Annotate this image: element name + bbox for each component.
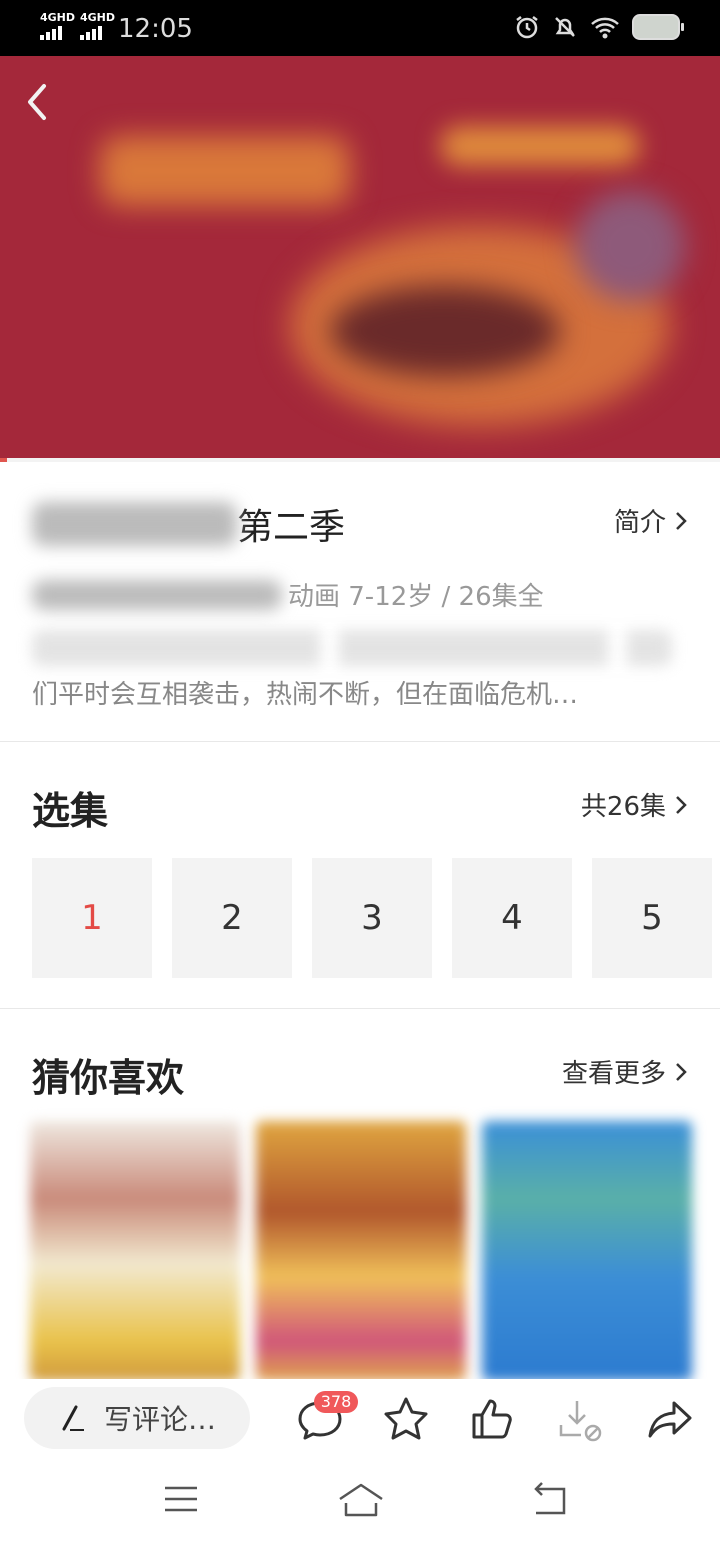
see-more-label: 查看更多: [561, 1059, 666, 1089]
chevron-right-icon: [676, 795, 687, 814]
share-icon[interactable]: [644, 1393, 696, 1445]
episode-button[interactable]: 3: [312, 858, 432, 978]
write-comment-button[interactable]: 写评论…: [24, 1387, 250, 1449]
all-episodes-button[interactable]: 共26集: [581, 786, 688, 823]
episode-count-label: 共26集: [580, 792, 666, 822]
star-icon[interactable]: [380, 1393, 432, 1445]
episode-list: 12345: [32, 858, 712, 978]
signal-indicator-2: 4GHD: [80, 12, 115, 40]
comment-count-badge: 378: [314, 1391, 358, 1413]
battery-icon: [632, 14, 684, 40]
download-disabled-icon[interactable]: [555, 1393, 607, 1445]
episodes-heading: 选集: [32, 789, 109, 833]
show-meta: 动画 7-12岁 / 26集全: [32, 576, 544, 613]
thumbs-up-icon[interactable]: [468, 1393, 520, 1445]
blurred-meta-text: [32, 579, 282, 610]
action-bar: 写评论… 378: [0, 1379, 720, 1457]
pen-icon: [62, 1405, 84, 1431]
network-type-label: 4GHD: [80, 11, 116, 24]
comment-placeholder: 写评论…: [104, 1403, 217, 1436]
episode-section: 选集 共26集 12345: [0, 742, 720, 1009]
recommendation-section: 猜你喜欢 查看更多: [0, 1009, 720, 1381]
blurred-description-line: [32, 630, 672, 666]
chevron-right-icon: [676, 511, 687, 530]
wifi-icon: [591, 17, 619, 39]
episode-button[interactable]: 2: [172, 858, 292, 978]
signal-icon: [40, 26, 75, 40]
recommend-thumbnail[interactable]: [30, 1121, 240, 1381]
blurred-title-text: [32, 502, 237, 546]
status-bar: 4GHD 4GHD 12:05: [0, 0, 720, 56]
episode-button[interactable]: 1: [32, 858, 152, 978]
home-icon[interactable]: [336, 1479, 386, 1519]
back-icon[interactable]: [528, 1479, 570, 1519]
meta-text: 动画 7-12岁 / 26集全: [288, 582, 544, 612]
chevron-left-icon[interactable]: [20, 80, 56, 124]
intro-button[interactable]: 简介: [614, 502, 688, 539]
description-text: 们平时会互相袭击，热闹不断，但在面临危机…: [32, 680, 579, 710]
signal-indicator-1: 4GHD: [40, 12, 75, 40]
bell-muted-icon: [555, 17, 575, 37]
recommend-thumbnail[interactable]: [482, 1121, 692, 1381]
video-cover[interactable]: [0, 56, 720, 462]
menu-icon[interactable]: [162, 1479, 200, 1519]
see-more-button[interactable]: 查看更多: [562, 1053, 688, 1090]
network-type-label: 4GHD: [40, 11, 76, 24]
signal-icon: [80, 26, 115, 40]
show-info: 第二季 简介 动画 7-12岁 / 26集全 们平时会互相袭击，热闹不断，但在面…: [0, 462, 720, 742]
system-navigation-bar: [0, 1457, 720, 1544]
episode-button[interactable]: 5: [592, 858, 712, 978]
episode-button[interactable]: 4: [452, 858, 572, 978]
title-suffix: 第二季: [237, 507, 346, 548]
page-title: 第二季: [32, 498, 345, 550]
clock: 12:05: [118, 14, 193, 44]
intro-label: 简介: [613, 508, 666, 538]
chevron-right-icon: [676, 1062, 687, 1081]
recommend-thumbnail[interactable]: [256, 1121, 466, 1381]
recommend-heading: 猜你喜欢: [32, 1056, 185, 1100]
alarm-icon: [516, 16, 538, 39]
